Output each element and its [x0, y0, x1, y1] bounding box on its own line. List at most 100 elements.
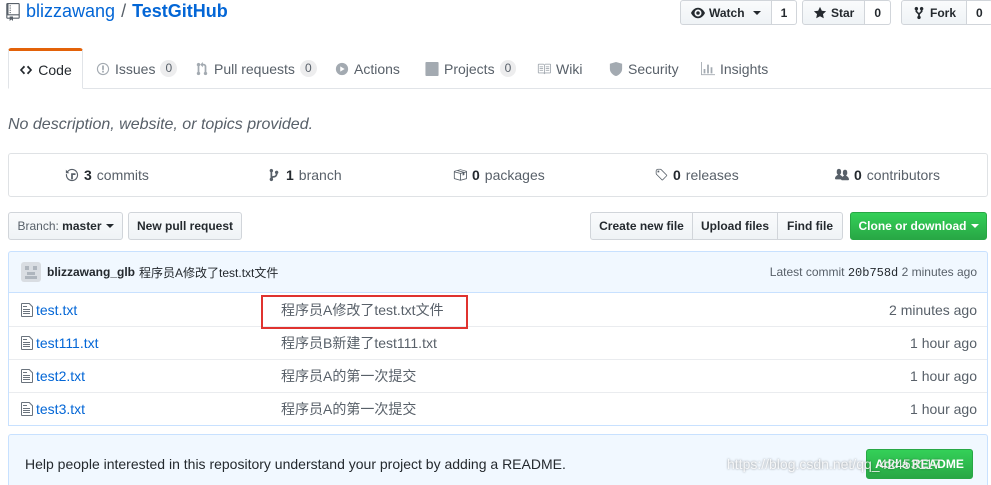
chevron-down-icon — [970, 224, 979, 228]
watch-group: Watch 1 — [680, 0, 798, 25]
file-row: test2.txt 程序员A的第一次提交 1 hour ago — [9, 359, 987, 392]
star-count[interactable]: 0 — [865, 0, 892, 25]
fork-label: Fork — [930, 5, 957, 20]
file-age: 1 hour ago — [910, 368, 977, 384]
graph-icon — [701, 61, 715, 75]
tab-actions-label: Actions — [354, 60, 400, 77]
star-label: Star — [831, 5, 855, 20]
file-name-link[interactable]: test111.txt — [36, 335, 99, 351]
readme-prompt-text: Help people interested in this repositor… — [25, 456, 566, 472]
contributors-count: 0 — [854, 167, 862, 183]
latest-commit-info: Latest commit 20b758d 2 minutes ago — [770, 265, 977, 280]
releases-link[interactable]: 0 releases — [654, 154, 739, 196]
branch-select-button[interactable]: Branch: master — [8, 212, 123, 240]
tab-security-label: Security — [628, 60, 679, 77]
branch-prefix: Branch: — [17, 219, 59, 233]
annotation-highlight-box — [261, 295, 468, 329]
tab-insights-label: Insights — [720, 60, 769, 77]
latest-commit-prefix: Latest commit — [769, 264, 845, 279]
tab-projects[interactable]: Projects 0 — [425, 48, 517, 89]
play-icon — [335, 62, 349, 75]
branches-link[interactable]: 1 branch — [267, 154, 342, 196]
eye-icon — [691, 7, 705, 18]
branch-icon — [269, 168, 279, 182]
tab-code-label: Code — [38, 61, 72, 78]
commit-message[interactable]: 程序员A修改了test.txt文件 — [139, 264, 278, 281]
commit-author[interactable]: blizzawang_glb — [47, 265, 135, 279]
releases-label: releases — [685, 167, 739, 183]
file-icon — [21, 336, 33, 350]
file-row: test3.txt 程序员A的第一次提交 1 hour ago — [9, 392, 987, 425]
repo-title: blizzawang / TestGitHub — [6, 1, 228, 22]
watch-count[interactable]: 1 — [771, 0, 798, 25]
tab-issues-label: Issues — [115, 60, 156, 77]
tab-code[interactable]: Code — [8, 48, 83, 89]
code-icon — [20, 65, 33, 74]
fork-count[interactable]: 0 — [967, 0, 991, 25]
file-age: 2 minutes ago — [889, 301, 977, 318]
watch-label: Watch — [709, 5, 745, 20]
file-list: test.txt 程序员A修改了test.txt文件 2 minutes ago… — [8, 293, 988, 426]
find-file-button[interactable]: Find file — [777, 212, 843, 240]
file-icon — [21, 402, 33, 416]
fork-icon — [914, 6, 924, 19]
shield-icon — [609, 61, 623, 76]
file-commit-message[interactable]: 程序员A的第一次提交 — [281, 399, 416, 419]
pull-requests-counter: 0 — [299, 60, 317, 77]
people-icon — [835, 168, 849, 181]
packages-count: 0 — [472, 167, 480, 183]
tag-icon — [655, 168, 668, 181]
packages-link[interactable]: 0 packages — [453, 154, 545, 196]
project-icon — [425, 61, 439, 76]
upload-files-button[interactable]: Upload files — [692, 212, 778, 240]
avatar[interactable] — [21, 262, 41, 282]
contributors-link[interactable]: 0 contributors — [835, 154, 940, 196]
star-button[interactable]: Star — [802, 0, 866, 25]
file-commit-message[interactable]: 程序员A的第一次提交 — [281, 366, 416, 386]
chevron-down-icon — [752, 10, 761, 15]
repo-icon — [6, 2, 20, 21]
repo-separator: / — [121, 1, 127, 21]
file-name-link[interactable]: test3.txt — [36, 401, 85, 417]
branch-name: master — [62, 219, 102, 233]
file-icon — [21, 302, 33, 317]
file-row: test.txt 程序员A修改了test.txt文件 2 minutes ago — [9, 293, 987, 326]
watermark: https://blog.csdn.net/qq_42453117 — [727, 456, 941, 472]
commits-label: commits — [96, 167, 149, 183]
fork-group: Fork 0 — [901, 0, 991, 25]
package-icon — [453, 169, 467, 181]
tab-pull-requests[interactable]: Pull requests 0 — [195, 48, 317, 89]
new-pull-request-button[interactable]: New pull request — [128, 212, 242, 240]
tab-security[interactable]: Security — [609, 48, 679, 89]
tab-actions[interactable]: Actions — [335, 48, 400, 89]
fork-button[interactable]: Fork — [901, 0, 968, 25]
create-new-file-button[interactable]: Create new file — [590, 212, 693, 240]
packages-label: packages — [484, 167, 545, 183]
repo-name-link[interactable]: TestGitHub — [132, 1, 228, 22]
commit-age: 2 minutes ago — [901, 264, 977, 279]
clone-label: Clone or download — [858, 219, 967, 233]
tab-pull-requests-label: Pull requests — [214, 60, 295, 77]
chevron-down-icon — [105, 224, 114, 228]
file-name-link[interactable]: test.txt — [36, 302, 77, 318]
latest-commit-bar: blizzawang_glb 程序员A修改了test.txt文件 Latest … — [8, 251, 988, 293]
file-icon — [21, 369, 33, 383]
watch-button[interactable]: Watch — [680, 0, 772, 25]
pull-request-icon — [196, 61, 208, 75]
tab-wiki-label: Wiki — [556, 60, 583, 77]
tab-wiki[interactable]: Wiki — [537, 48, 582, 89]
branches-count: 1 — [286, 167, 294, 183]
repo-header: blizzawang / TestGitHub Watch 1 Star 0 F… — [0, 0, 991, 28]
repo-nav-tabs: Code Issues 0 Pull requests 0 Actions Pr… — [8, 48, 991, 89]
commits-link[interactable]: 3 commits — [65, 154, 149, 196]
file-name-link[interactable]: test2.txt — [36, 368, 85, 384]
file-commit-message[interactable]: 程序员B新建了test111.txt — [281, 333, 437, 353]
history-icon — [65, 168, 79, 182]
clone-or-download-button[interactable]: Clone or download — [850, 212, 987, 240]
tab-insights[interactable]: Insights — [701, 48, 768, 89]
contributors-label: contributors — [866, 167, 940, 183]
repo-owner-link[interactable]: blizzawang — [26, 1, 115, 22]
file-age: 1 hour ago — [910, 401, 977, 417]
tab-issues[interactable]: Issues 0 — [96, 48, 178, 89]
commit-sha[interactable]: 20b758d — [848, 266, 898, 280]
